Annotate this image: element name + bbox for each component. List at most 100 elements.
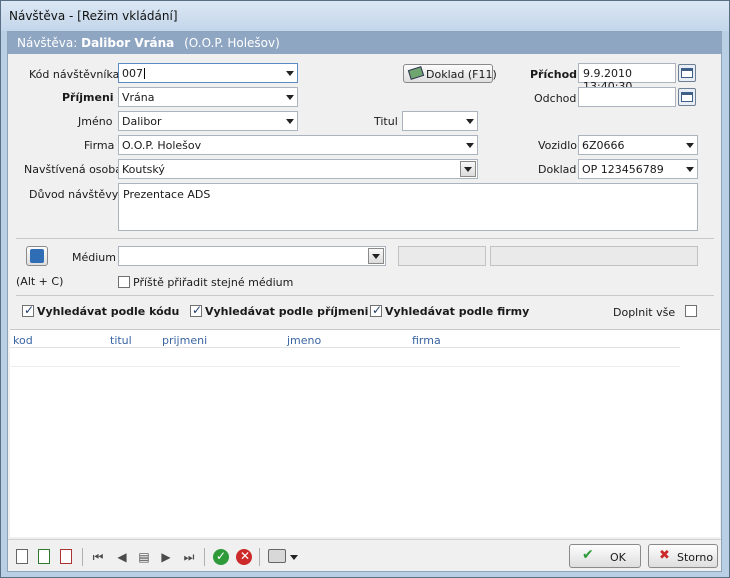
firma-value: O.O.P. Holešov	[122, 139, 202, 152]
vozidlo-label: Vozidlo	[538, 139, 577, 152]
delete-document-icon[interactable]	[60, 549, 72, 564]
title-bar: Návštěva - [Režim vkládání]	[1, 1, 729, 31]
chevron-down-icon[interactable]	[686, 143, 694, 148]
chevron-down-icon[interactable]	[286, 95, 294, 100]
scan-card-icon	[30, 249, 44, 263]
ok-button-label: OK	[610, 551, 626, 564]
fill-all-label: Doplnit vše	[613, 306, 676, 319]
duvod-value: Prezentace ADS	[123, 188, 211, 201]
duvod-label: Důvod návštěvy	[29, 188, 119, 201]
medium-shortcut: (Alt + C)	[16, 275, 64, 288]
firma-combo[interactable]: O.O.P. Holešov	[118, 135, 478, 155]
chevron-down-icon[interactable]	[686, 167, 694, 172]
prijmeni-value: Vrána	[122, 91, 155, 104]
chevron-down-icon[interactable]	[286, 119, 294, 124]
column-header-titul[interactable]: titul	[110, 334, 132, 347]
ok-button[interactable]: ✔ OK	[569, 544, 641, 568]
dropdown-button[interactable]	[460, 161, 476, 177]
header-visitor-name: Dalibor Vrána	[81, 36, 175, 50]
chevron-down-icon[interactable]	[286, 71, 294, 76]
checkmark-icon: ✔	[582, 547, 594, 563]
prijmeni-label: Příjmeni	[62, 91, 114, 104]
prichod-field[interactable]: 9.9.2010 13:40:30	[578, 63, 676, 93]
header-organization: (O.O.P. Holešov)	[184, 36, 280, 50]
doklad-value: OP 123456789	[582, 163, 664, 176]
doklad-button-label: Doklad (F11)	[426, 68, 497, 81]
chevron-down-icon	[372, 254, 380, 259]
visitor-header: Návštěva: Dalibor Vrána (O.O.P. Holešov)	[8, 32, 721, 54]
firma-label: Firma	[84, 139, 115, 152]
jmeno-combo[interactable]: Dalibor	[118, 111, 298, 131]
next-record-icon[interactable]: ▶	[158, 549, 174, 565]
navstivena-value: Koutský	[122, 163, 165, 176]
record-detail-icon[interactable]: ▤	[136, 549, 152, 565]
table-row[interactable]	[10, 349, 680, 367]
divider	[16, 295, 714, 296]
search-by-surname-label: Vyhledávat podle příjmeni	[205, 305, 369, 318]
previous-record-icon[interactable]: ◀	[114, 549, 130, 565]
vozidlo-value: 6Z0666	[582, 139, 625, 152]
medium-info-field	[398, 246, 486, 266]
print-icon[interactable]	[268, 549, 286, 563]
kod-label: Kód návštěvníka	[29, 68, 120, 81]
prijmeni-combo[interactable]: Vrána	[118, 87, 298, 107]
divider	[16, 238, 714, 239]
jmeno-value: Dalibor	[122, 115, 162, 128]
id-card-icon	[407, 66, 425, 80]
close-icon: ✖	[659, 548, 670, 563]
chevron-down-icon	[464, 167, 472, 172]
column-header-prijmeni[interactable]: prijmeni	[162, 334, 207, 347]
chevron-down-icon[interactable]	[290, 555, 298, 560]
odchod-field[interactable]	[578, 87, 676, 107]
search-by-code-checkbox[interactable]	[22, 303, 34, 317]
new-document-icon[interactable]	[16, 549, 28, 564]
header-label: Návštěva:	[17, 36, 78, 50]
last-record-icon[interactable]: ⏭	[181, 549, 197, 565]
cancel-button[interactable]: ✖ Storno	[648, 544, 718, 568]
dropdown-button[interactable]	[368, 248, 384, 264]
prichod-label: Příchod	[530, 68, 578, 81]
toolbar-separator	[82, 548, 83, 566]
search-by-company-label: Vyhledávat podle firmy	[385, 305, 530, 318]
column-header-jmeno[interactable]: jmeno	[287, 334, 321, 347]
medium-label: Médium	[72, 251, 116, 264]
calendar-icon	[681, 68, 693, 78]
search-by-code-label: Vyhledávat podle kódu	[37, 305, 180, 318]
confirm-icon[interactable]	[213, 549, 229, 565]
titul-label: Titul	[374, 115, 398, 128]
medium-scan-button[interactable]	[26, 246, 48, 266]
search-by-surname-checkbox[interactable]	[190, 303, 202, 317]
chevron-down-icon[interactable]	[466, 119, 474, 124]
search-by-company-checkbox[interactable]	[370, 303, 382, 317]
cancel-icon[interactable]	[236, 549, 252, 565]
window-title: Návštěva - [Režim vkládání]	[9, 9, 178, 23]
column-header-firma[interactable]: firma	[412, 334, 441, 347]
navstivena-label: Navštívená osoba	[24, 163, 122, 176]
doklad-f11-button[interactable]: Doklad (F11)	[403, 64, 497, 83]
jmeno-label: Jméno	[78, 115, 113, 128]
titul-combo[interactable]	[402, 111, 478, 131]
vozidlo-combo[interactable]: 6Z0666	[578, 135, 698, 155]
doklad-combo[interactable]: OP 123456789	[578, 159, 698, 179]
doklad-label: Doklad	[538, 163, 577, 176]
results-grid[interactable]: kod titul prijmeni jmeno firma	[10, 329, 720, 537]
prichod-calendar-button[interactable]	[678, 64, 696, 82]
grid-header: kod titul prijmeni jmeno firma	[10, 330, 680, 348]
calendar-icon	[681, 92, 693, 102]
cancel-button-label: Storno	[677, 551, 714, 564]
kod-combo[interactable]: 007	[118, 63, 298, 83]
column-header-kod[interactable]: kod	[13, 334, 33, 347]
visit-window: Návštěva - [Režim vkládání] Návštěva: Da…	[0, 0, 730, 578]
next-same-medium-checkbox[interactable]	[118, 276, 130, 288]
copy-document-icon[interactable]	[38, 549, 50, 564]
fill-all-checkbox[interactable]	[685, 305, 697, 317]
duvod-textarea[interactable]: Prezentace ADS	[118, 183, 698, 231]
navstivena-combo[interactable]: Koutský	[118, 159, 478, 179]
bottom-toolbar: ⏮ ◀ ▤ ▶ ⏭ ✔ OK ✖ Storno	[8, 539, 721, 571]
first-record-icon[interactable]: ⏮	[90, 549, 106, 565]
toolbar-separator	[259, 548, 260, 566]
medium-combo[interactable]	[118, 246, 386, 266]
medium-info-field-2	[490, 246, 698, 266]
odchod-calendar-button[interactable]	[678, 88, 696, 106]
chevron-down-icon[interactable]	[466, 143, 474, 148]
